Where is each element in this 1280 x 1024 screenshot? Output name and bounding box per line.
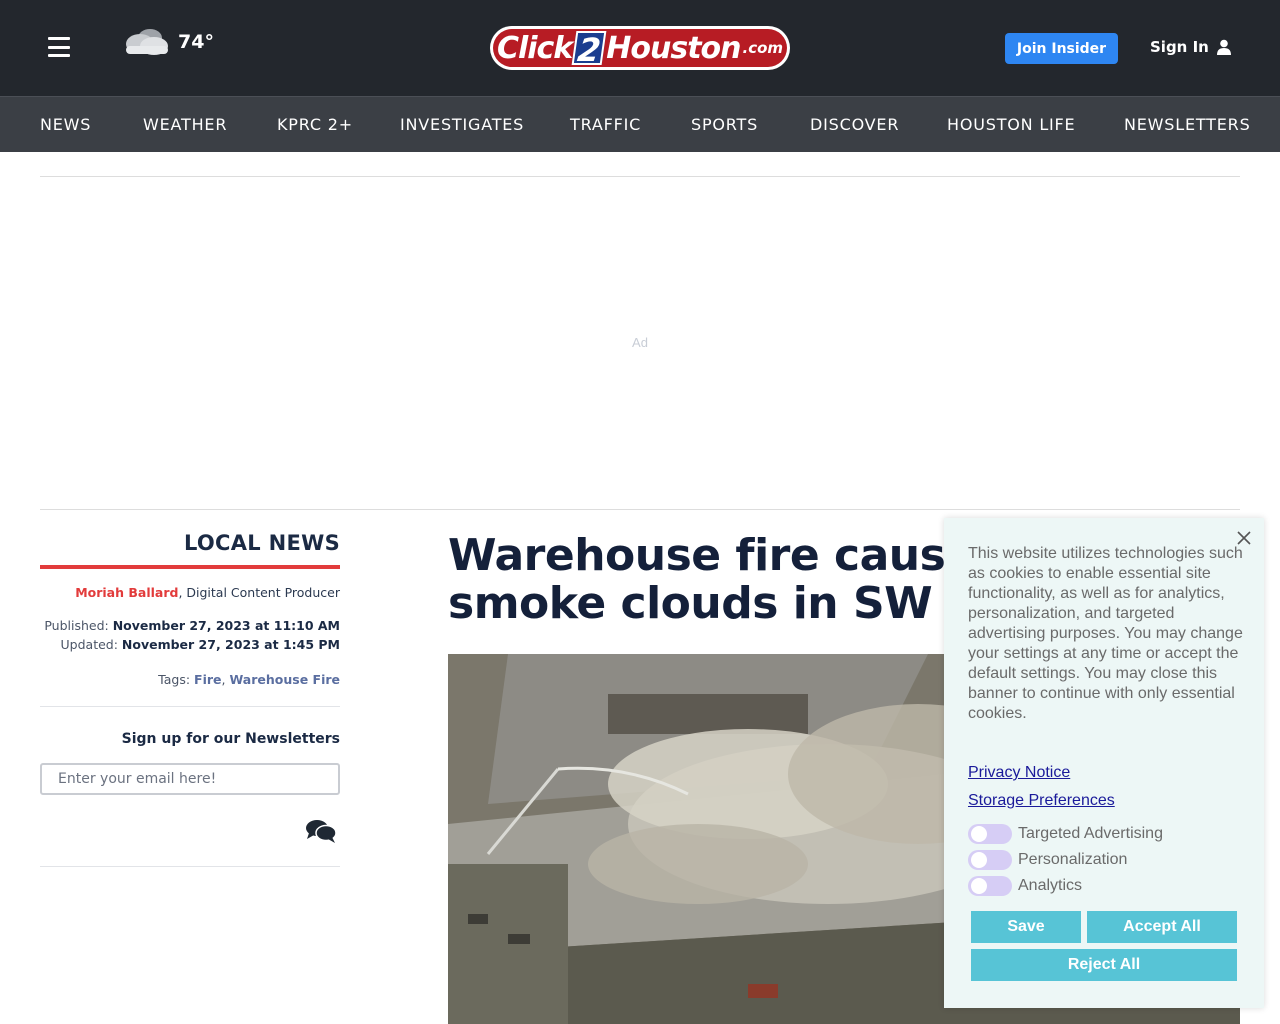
privacy-notice-link[interactable]: Privacy Notice (968, 764, 1070, 782)
toggle-personalization: Personalization (968, 849, 1127, 871)
tag-link[interactable]: Fire (194, 672, 221, 687)
toggle-label: Targeted Advertising (1018, 825, 1163, 842)
accept-all-button[interactable]: Accept All (1087, 911, 1237, 943)
logo-two-text: 2 (571, 31, 607, 69)
published-label: Published: (44, 618, 113, 633)
updated-label: Updated: (60, 637, 122, 652)
nav-item-houston-life[interactable]: HOUSTON LIFE (947, 97, 1075, 152)
nav-item-discover[interactable]: DISCOVER (810, 97, 899, 152)
join-insider-button[interactable]: Join Insider (1005, 33, 1118, 64)
divider (40, 866, 340, 867)
cookie-description: This website utilizes technologies such … (968, 545, 1243, 722)
divider (40, 706, 340, 707)
newsletter-title: Sign up for our Newsletters (121, 731, 340, 747)
tag-link[interactable]: Warehouse Fire (229, 672, 340, 687)
nav-item-sports[interactable]: SPORTS (691, 97, 758, 152)
toggle-label: Personalization (1018, 851, 1128, 868)
sign-in-button[interactable]: Sign In (1150, 38, 1231, 56)
nav-item-weather[interactable]: WEATHER (143, 97, 227, 152)
author-link[interactable]: Moriah Ballard (75, 585, 178, 600)
targeted-advertising-toggle[interactable] (968, 824, 1012, 844)
toggle-targeted-advertising: Targeted Advertising (968, 823, 1163, 845)
nav-item-newsletters[interactable]: NEWSLETTERS (1124, 97, 1251, 152)
analytics-toggle[interactable] (968, 876, 1012, 896)
headline-line-1: Warehouse fire cause (448, 530, 975, 581)
weather-widget[interactable]: 74° (120, 22, 214, 62)
site-logo[interactable]: Click 2 Houston .com (490, 26, 790, 70)
sign-in-label: Sign In (1150, 38, 1209, 56)
menu-icon[interactable] (48, 37, 70, 57)
cloud-icon (126, 29, 168, 55)
tags-label: Tags: (158, 672, 195, 687)
nav-item-news[interactable]: NEWS (40, 97, 91, 152)
author-role: , Digital Content Producer (178, 585, 340, 600)
comments-icon[interactable] (305, 818, 337, 844)
save-button[interactable]: Save (971, 911, 1081, 943)
user-icon (1216, 39, 1231, 55)
main-nav: NEWS WEATHER KPRC 2+ INVESTIGATES TRAFFI… (0, 96, 1280, 152)
cookie-consent-banner: This website utilizes technologies such … (944, 518, 1264, 1008)
toggle-label: Analytics (1018, 877, 1083, 894)
personalization-toggle[interactable] (968, 850, 1012, 870)
weather-temperature: 74° (178, 31, 214, 53)
nav-item-kprc2plus[interactable]: KPRC 2+ (277, 97, 353, 152)
published-date: Published: November 27, 2023 at 11:10 AM (40, 618, 340, 633)
nav-item-traffic[interactable]: TRAFFIC (570, 97, 641, 152)
logo-houston-text: Houston (606, 30, 741, 66)
site-header: 74° Click 2 Houston .com Join Insider Si… (0, 0, 1280, 96)
byline: Moriah Ballard, Digital Content Producer (40, 585, 340, 600)
logo-click-text: Click (496, 30, 573, 66)
updated-value: November 27, 2023 at 1:45 PM (121, 637, 340, 652)
logo-com-text: .com (742, 39, 784, 57)
divider (40, 509, 1240, 510)
toggle-analytics: Analytics (968, 875, 1082, 897)
nav-item-investigates[interactable]: INVESTIGATES (400, 97, 524, 152)
newsletter-email-input[interactable] (40, 763, 340, 795)
reject-all-button[interactable]: Reject All (971, 949, 1237, 981)
published-value: November 27, 2023 at 11:10 AM (112, 618, 340, 633)
section-title[interactable]: LOCAL NEWS (40, 531, 340, 555)
tags: Tags: Fire, Warehouse Fire (158, 672, 340, 687)
headline-line-2: smoke clouds in SW H (448, 578, 984, 629)
updated-date: Updated: November 27, 2023 at 1:45 PM (40, 637, 340, 652)
section-underline (40, 565, 340, 569)
ad-placeholder-label: Ad (632, 335, 648, 350)
storage-preferences-link[interactable]: Storage Preferences (968, 792, 1115, 810)
divider (40, 176, 1240, 177)
